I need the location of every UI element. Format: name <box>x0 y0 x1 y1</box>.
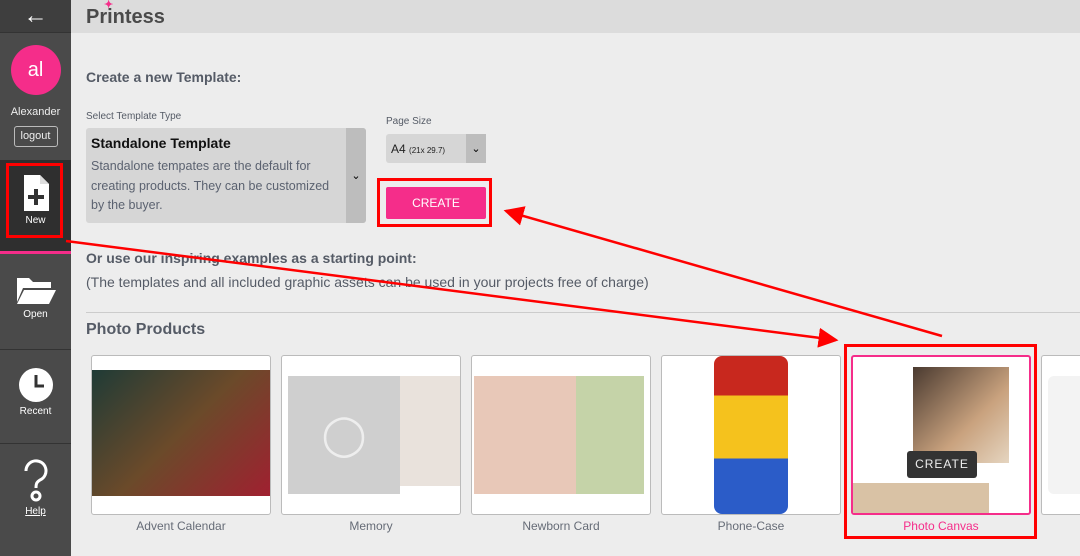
arrow-canvas-to-create <box>503 206 943 338</box>
annotation-arrows <box>65 206 943 348</box>
arrow-new-to-canvas <box>65 239 839 348</box>
